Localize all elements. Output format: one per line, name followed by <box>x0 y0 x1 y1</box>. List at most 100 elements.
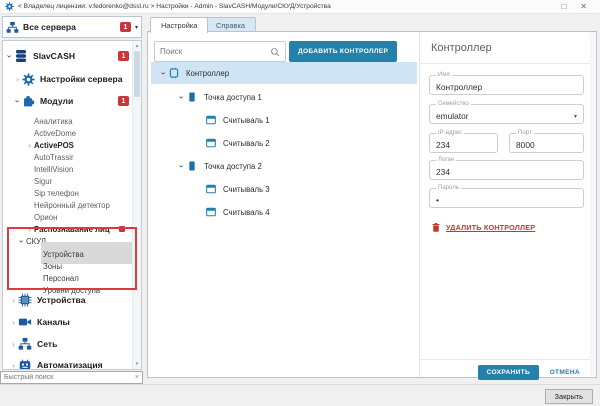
door-icon <box>186 91 198 103</box>
sidebar-item-orion[interactable]: Орион <box>3 211 133 223</box>
trash-icon <box>431 222 441 233</box>
sidebar-item-face-recognition[interactable]: › Распознавание лиц <box>3 223 133 235</box>
cancel-button[interactable]: ОТМЕНА <box>544 365 586 380</box>
login-field[interactable]: Логин <box>429 160 584 180</box>
sidebar-item-sigur[interactable]: Sigur <box>3 175 133 187</box>
sidebar-item-modules[interactable]: › Модули 1 <box>3 90 133 112</box>
form-title: Контроллер <box>431 42 492 54</box>
camera-icon <box>18 315 32 329</box>
clear-icon[interactable]: × <box>132 374 142 381</box>
chevron-down-icon[interactable]: ▾ <box>574 113 577 120</box>
divider <box>420 359 596 360</box>
name-input[interactable] <box>430 76 583 94</box>
chevron-collapsed-icon[interactable]: › <box>9 296 18 305</box>
tree-item-access-point-1[interactable]: › Точка доступа 1 <box>151 86 417 108</box>
controller-chip-icon <box>168 67 180 79</box>
chevron-expanded-icon[interactable]: › <box>177 162 186 171</box>
tree-item-reader-2[interactable]: Считываль 2 <box>151 132 417 154</box>
sidebar-item-network[interactable]: › Сеть <box>3 333 133 355</box>
server-selector-label: Все сервера <box>23 22 76 32</box>
scroll-up-icon[interactable]: ▴ <box>133 42 141 50</box>
chevron-collapsed-icon[interactable]: › <box>9 318 18 327</box>
sidebar-item-devices[interactable]: › Устройства <box>3 289 133 311</box>
search-icon <box>270 47 280 57</box>
status-bar: Закрыть <box>0 384 600 406</box>
family-select[interactable]: Семейство ▾ <box>429 104 584 124</box>
chevron-expanded-icon[interactable]: › <box>159 69 168 78</box>
sidebar-item-activepos[interactable]: › ActivePOS <box>3 139 133 151</box>
chevron-expanded-icon[interactable]: › <box>177 93 186 102</box>
sidebar-item-intellivision[interactable]: IntelliVision <box>3 163 133 175</box>
sidebar-item-analytics[interactable]: Аналитика <box>3 115 133 127</box>
card-reader-icon <box>205 137 217 149</box>
scrollbar-thumb[interactable] <box>134 51 140 97</box>
quick-search[interactable]: × <box>0 371 143 384</box>
chevron-down-icon[interactable]: ▾ <box>135 24 138 31</box>
slavcash-badge: 1 <box>118 51 129 61</box>
sidebar-item-label: SlavCASH <box>33 51 75 61</box>
server-selector-badge: 1 <box>120 22 131 32</box>
chevron-collapsed-icon[interactable]: › <box>13 75 22 84</box>
password-input[interactable] <box>430 189 583 207</box>
chip-icon <box>18 293 32 307</box>
sidebar-item-channels[interactable]: › Каналы <box>3 311 133 333</box>
sidebar-scrollbar[interactable]: ▴ ▾ <box>132 41 141 369</box>
chevron-expanded-icon[interactable]: › <box>5 52 14 61</box>
database-icon <box>14 49 28 63</box>
port-input[interactable] <box>510 134 583 152</box>
maximize-icon[interactable]: □ <box>561 3 566 11</box>
password-field[interactable]: Пароль <box>429 188 584 208</box>
delete-controller-link[interactable]: УДАЛИТЬ КОНТРОЛЛЕР <box>431 222 535 233</box>
form-scrollbar[interactable] <box>590 33 595 376</box>
tree-item-reader-1[interactable]: Считываль 1 <box>151 109 417 131</box>
puzzle-icon <box>22 95 35 108</box>
sidebar-item-server-settings[interactable]: › Настройки сервера <box>3 68 133 90</box>
chevron-collapsed-icon[interactable]: › <box>9 340 18 349</box>
login-input[interactable] <box>430 161 583 179</box>
sidebar-item-automation[interactable]: › Автоматизация <box>3 354 133 370</box>
family-value[interactable] <box>430 105 583 123</box>
close-icon[interactable]: ✕ <box>580 3 587 11</box>
chevron-collapsed-icon[interactable]: › <box>25 225 34 234</box>
door-icon <box>186 160 198 172</box>
sidebar-item-slavcash[interactable]: › SlavCASH 1 <box>3 45 133 67</box>
tab-help[interactable]: Справка <box>205 17 256 32</box>
tree-item-controller[interactable]: › Контроллер <box>151 62 417 84</box>
name-field[interactable]: Имя <box>429 75 584 95</box>
tab-settings[interactable]: Настройка <box>150 17 208 33</box>
network-icon <box>18 337 32 351</box>
server-selector[interactable]: Все сервера 1 ▾ <box>2 16 142 38</box>
controller-form: Контроллер Имя Семейство ▾ IP-адрес Порт… <box>420 32 596 377</box>
chevron-collapsed-icon[interactable]: › <box>9 361 18 370</box>
tree-item-access-point-2[interactable]: › Точка доступа 2 <box>151 155 417 177</box>
add-controller-button[interactable]: ДОБАВИТЬ КОНТРОЛЛЕР <box>289 41 397 62</box>
controller-search[interactable] <box>154 41 286 62</box>
port-field[interactable]: Порт <box>509 133 584 153</box>
scroll-down-icon[interactable]: ▾ <box>133 360 141 368</box>
card-reader-icon <box>205 183 217 195</box>
sidebar-item-neuro-detector[interactable]: Нейронный детектор <box>3 199 133 211</box>
controller-search-input[interactable] <box>155 47 270 56</box>
chevron-collapsed-icon[interactable]: › <box>25 141 34 150</box>
sidebar-item-autotrassir[interactable]: AutoTrassir <box>3 151 133 163</box>
ip-field[interactable]: IP-адрес <box>429 133 498 153</box>
ip-input[interactable] <box>430 134 497 152</box>
sidebar-item-label: Настройки сервера <box>40 74 123 84</box>
chevron-expanded-icon[interactable]: › <box>13 97 22 106</box>
sidebar-item-label: Модули <box>40 96 73 106</box>
modules-badge: 1 <box>118 96 129 106</box>
server-nav-tree: › SlavCASH 1 › Настройки сервера › Модул… <box>2 40 142 370</box>
sidebar-item-activedome[interactable]: ActiveDome <box>3 127 133 139</box>
divider <box>420 63 596 64</box>
tree-item-reader-4[interactable]: Считываль 4 <box>151 201 417 223</box>
save-button[interactable]: СОХРАНИТЬ <box>478 365 539 380</box>
network-icon <box>6 21 19 34</box>
chevron-expanded-icon[interactable]: › <box>17 237 26 246</box>
quick-search-input[interactable] <box>1 374 132 381</box>
app-gear-icon <box>5 2 14 11</box>
window-title: < Владелец лицензии: v.fedorenko@dssl.ru… <box>18 3 331 10</box>
tree-item-reader-3[interactable]: Считываль 3 <box>151 178 417 200</box>
settings-panel: ДОБАВИТЬ КОНТРОЛЛЕР › Контроллер › Точка… <box>147 31 597 378</box>
close-dialog-button[interactable]: Закрыть <box>545 389 593 404</box>
sidebar-item-sip-phone[interactable]: Sip телефон <box>3 187 133 199</box>
